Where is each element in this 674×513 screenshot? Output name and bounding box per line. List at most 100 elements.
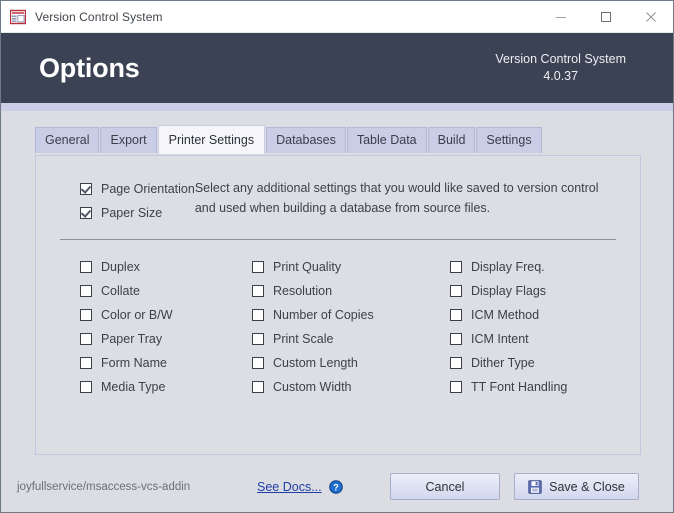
checkbox-label: Media Type	[101, 380, 166, 394]
checkbox-label: Duplex	[101, 260, 140, 274]
product-name: Version Control System	[495, 52, 626, 66]
save-and-close-button[interactable]: Save & Close	[514, 473, 639, 500]
cancel-button[interactable]: Cancel	[390, 473, 500, 500]
tab-strip: General Export Printer Settings Databases Ta…	[35, 125, 543, 154]
checkbox-row[interactable]: Paper Size	[80, 202, 195, 224]
checkbox-label: Page Orientation	[101, 182, 195, 196]
svg-text:?: ?	[333, 482, 339, 492]
maximize-button[interactable]	[583, 1, 628, 32]
checkbox-row[interactable]: Display Flags	[450, 280, 622, 302]
tab-export[interactable]: Export	[100, 127, 157, 153]
grid-column-2: Print Quality Resolution Number of Copies P…	[252, 256, 450, 400]
checkbox-row[interactable]: Dither Type	[450, 352, 622, 374]
checkbox-display-flags[interactable]	[450, 285, 462, 297]
tab-databases[interactable]: Databases	[266, 127, 346, 153]
checkbox-row[interactable]: Display Freq.	[450, 256, 622, 278]
checkbox-collate[interactable]	[80, 285, 92, 297]
checkbox-custom-length[interactable]	[252, 357, 264, 369]
checkbox-row[interactable]: Resolution	[252, 280, 450, 302]
checkbox-print-quality[interactable]	[252, 261, 264, 273]
checkbox-row[interactable]: Custom Width	[252, 376, 450, 398]
checkbox-label: Display Flags	[471, 284, 547, 298]
checkbox-label: Dither Type	[471, 356, 535, 370]
close-button[interactable]	[628, 1, 673, 32]
checkbox-row[interactable]: TT Font Handling	[450, 376, 622, 398]
checkbox-row[interactable]: Form Name	[80, 352, 252, 374]
tab-printer-settings[interactable]: Printer Settings	[157, 125, 266, 154]
tab-label: Settings	[486, 133, 532, 147]
checkbox-label: Form Name	[101, 356, 167, 370]
tab-label: Export	[110, 133, 147, 147]
checkbox-dither-type[interactable]	[450, 357, 462, 369]
checkbox-page-orientation[interactable]	[80, 183, 92, 195]
checkbox-label: Collate	[101, 284, 140, 298]
tab-label: Printer Settings	[168, 133, 255, 147]
checkbox-duplex[interactable]	[80, 261, 92, 273]
checkbox-resolution[interactable]	[252, 285, 264, 297]
checkbox-color-or-b-w[interactable]	[80, 309, 92, 321]
access-form-icon	[9, 9, 27, 25]
panel-description: Select any additional settings that you …	[194, 181, 599, 215]
title-bar: Version Control System	[1, 1, 673, 33]
settings-checkbox-grid: Duplex Collate Color or B/W Paper Tray Form …	[36, 240, 640, 400]
checkbox-print-scale[interactable]	[252, 333, 264, 345]
checkbox-display-freq[interactable]	[450, 261, 462, 273]
checkbox-custom-width[interactable]	[252, 381, 264, 393]
tab-label: Build	[437, 133, 466, 147]
checkbox-label: Number of Copies	[273, 308, 374, 322]
checkbox-icm-method[interactable]	[450, 309, 462, 321]
see-docs-group[interactable]: See Docs... ?	[257, 480, 343, 494]
tab-build[interactable]: Build	[427, 127, 476, 153]
tab-settings[interactable]: Settings	[476, 127, 542, 153]
checkbox-row[interactable]: Custom Length	[252, 352, 450, 374]
checkbox-label: ICM Method	[471, 308, 540, 322]
checkbox-paper-size[interactable]	[80, 207, 92, 219]
checkbox-label: Color or B/W	[101, 308, 173, 322]
checkbox-row[interactable]: Duplex	[80, 256, 252, 278]
checkbox-tt-font-handling[interactable]	[450, 381, 462, 393]
checkbox-label: Paper Tray	[101, 332, 163, 346]
minimize-button[interactable]	[538, 1, 583, 32]
checkbox-label: Custom Length	[273, 356, 358, 370]
help-circle-icon[interactable]: ?	[328, 479, 343, 494]
page-title: Options	[39, 52, 140, 83]
dialog-footer: joyfullservice/msaccess-vcs-addin See Do…	[1, 458, 673, 512]
save-button-label: Save & Close	[549, 479, 625, 494]
checkbox-row[interactable]: Collate	[80, 280, 252, 302]
tab-table-data[interactable]: Table Data	[346, 127, 427, 153]
see-docs-link[interactable]: See Docs...	[257, 480, 322, 494]
options-dialog-window: Version Control System Options Version C…	[0, 0, 674, 513]
checkbox-row[interactable]: Number of Copies	[252, 304, 450, 326]
checkbox-form-name[interactable]	[80, 357, 92, 369]
checkbox-media-type[interactable]	[80, 381, 92, 393]
floppy-disk-icon	[528, 479, 542, 494]
dialog-body: General Export Printer Settings Databases Ta…	[1, 111, 673, 512]
grid-column-3: Display Freq. Display Flags ICM Method ICM …	[450, 256, 622, 400]
checkbox-label: Paper Size	[101, 206, 163, 220]
tab-label: Databases	[276, 133, 336, 147]
checkbox-row[interactable]: Print Quality	[252, 256, 450, 278]
top-checkbox-group: Page Orientation Paper Size	[36, 178, 195, 226]
checkbox-row[interactable]: ICM Intent	[450, 328, 622, 350]
tab-general[interactable]: General	[35, 127, 100, 153]
tab-label: Table Data	[356, 133, 417, 147]
checkbox-label: Resolution	[273, 284, 333, 298]
top-section: Page Orientation Paper Size Select any ad…	[36, 156, 640, 226]
checkbox-row[interactable]: Color or B/W	[80, 304, 252, 326]
checkbox-label: ICM Intent	[471, 332, 529, 346]
checkbox-paper-tray[interactable]	[80, 333, 92, 345]
checkbox-label: Print Quality	[273, 260, 342, 274]
checkbox-label: Print Scale	[273, 332, 334, 346]
repository-label: joyfullservice/msaccess-vcs-addin	[17, 480, 191, 493]
printer-settings-panel: Page Orientation Paper Size Select any ad…	[35, 155, 641, 455]
checkbox-row[interactable]: Print Scale	[252, 328, 450, 350]
checkbox-row[interactable]: Page Orientation	[80, 178, 195, 200]
product-version: 4.0.37	[543, 69, 579, 83]
checkbox-row[interactable]: Media Type	[80, 376, 252, 398]
checkbox-row[interactable]: Paper Tray	[80, 328, 252, 350]
checkbox-icm-intent[interactable]	[450, 333, 462, 345]
grid-column-1: Duplex Collate Color or B/W Paper Tray Form …	[80, 256, 252, 400]
checkbox-row[interactable]: ICM Method	[450, 304, 622, 326]
checkbox-number-of-copies[interactable]	[252, 309, 264, 321]
checkbox-label: Custom Width	[273, 380, 352, 394]
